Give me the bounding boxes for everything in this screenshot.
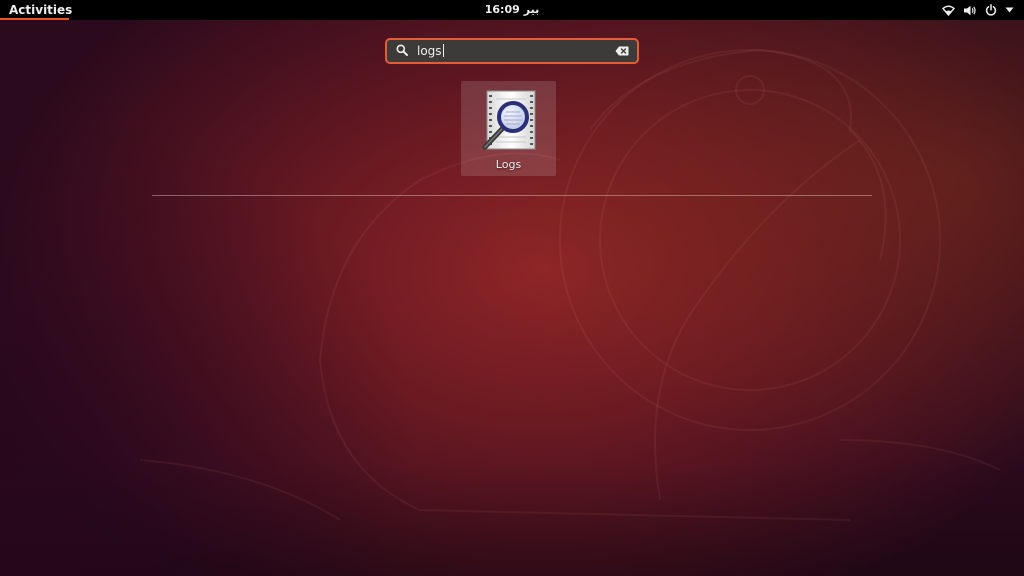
text-cursor (442, 44, 444, 57)
wifi-icon (942, 5, 955, 16)
search-result-logs[interactable]: Logs (461, 81, 556, 176)
clock-time: 16:09 (484, 3, 520, 16)
power-icon (985, 4, 997, 16)
volume-icon (964, 5, 976, 15)
logs-app-icon (482, 90, 536, 150)
search-entry[interactable]: logs (385, 38, 639, 64)
search-icon (396, 44, 408, 56)
results-separator (152, 195, 872, 196)
system-status-area[interactable] (942, 0, 1014, 20)
clock-day: بير (523, 3, 540, 16)
chevron-down-icon (1005, 7, 1014, 13)
clock[interactable]: 16:09 بير (0, 0, 1024, 20)
search-input[interactable]: logs (417, 43, 444, 59)
result-label: Logs (495, 158, 522, 171)
search-value: logs (417, 44, 442, 58)
top-bar: Activities 16:09 بير (0, 0, 1024, 20)
clear-icon[interactable] (615, 46, 629, 56)
